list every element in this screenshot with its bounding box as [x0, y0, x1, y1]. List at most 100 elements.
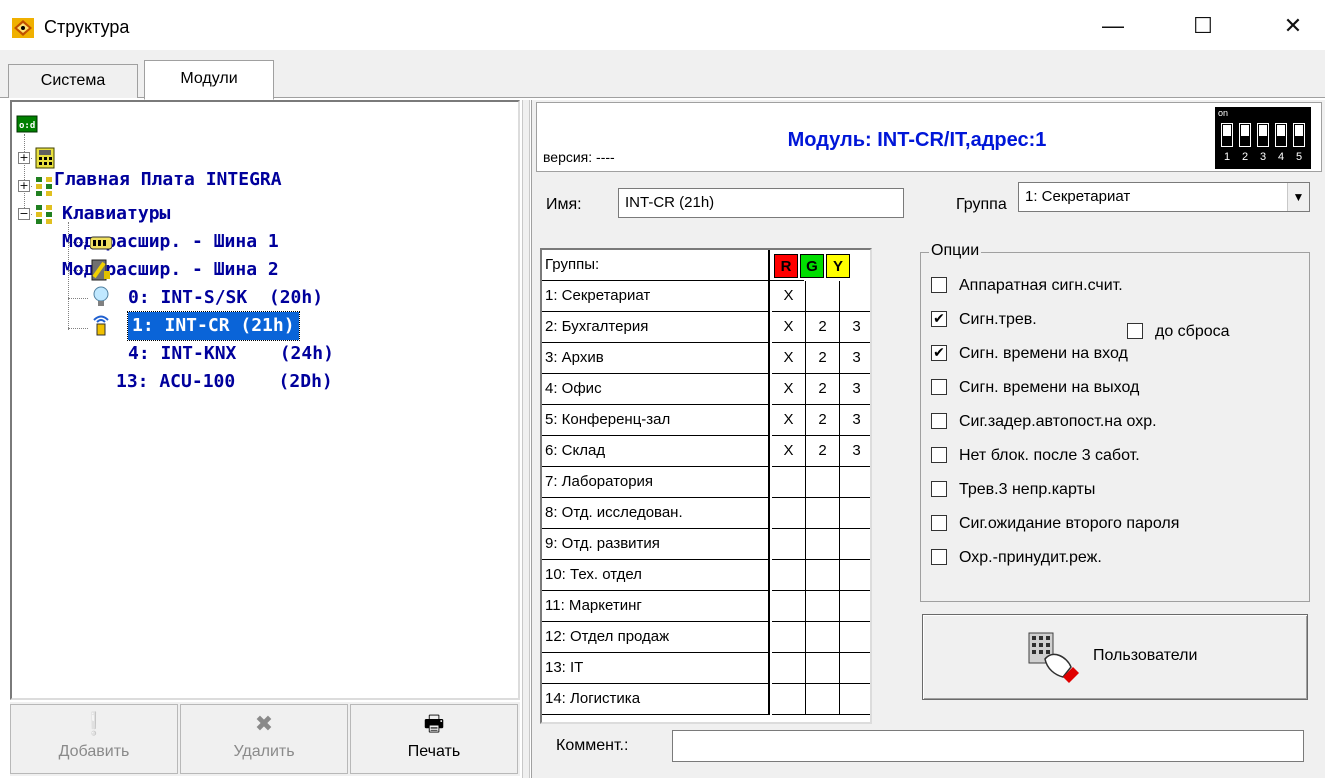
users-button[interactable]: Пользователи — [922, 614, 1308, 700]
group-name-cell[interactable]: 5: Конференц-зал — [542, 405, 770, 436]
group-flag-g-cell[interactable]: 2 — [806, 374, 840, 405]
expand-bus1-icon[interactable]: + — [18, 180, 30, 192]
group-flag-g-cell[interactable] — [806, 622, 840, 653]
minimize-button[interactable]: — — [1090, 8, 1136, 44]
group-flag-r-cell[interactable] — [772, 529, 806, 560]
group-flag-y-cell[interactable]: 3 — [840, 405, 870, 436]
group-name-cell[interactable]: 7: Лаборатория — [542, 467, 770, 498]
maximize-button[interactable]: ☐ — [1180, 8, 1226, 44]
checkbox[interactable] — [931, 515, 947, 531]
group-flag-g-cell[interactable] — [806, 560, 840, 591]
group-flag-y-cell[interactable] — [840, 560, 870, 591]
chevron-down-icon[interactable]: ▼ — [1287, 183, 1309, 211]
checkbox[interactable] — [931, 447, 947, 463]
group-flag-y-cell[interactable] — [840, 684, 870, 715]
checkbox-checked[interactable]: ✔ — [931, 311, 947, 327]
group-flag-r-cell[interactable]: X — [772, 405, 806, 436]
group-flag-y-cell[interactable] — [840, 591, 870, 622]
group-flag-y-cell[interactable]: 3 — [840, 436, 870, 467]
group-flag-y-cell[interactable] — [840, 653, 870, 684]
tab-system[interactable]: Система — [8, 64, 138, 98]
options-group: Опции Аппаратная сигн.счит. ✔ Сигн.трев. ✔ С… — [920, 242, 1310, 602]
comment-field[interactable] — [672, 730, 1304, 762]
group-flag-y-cell[interactable] — [840, 622, 870, 653]
group-name-cell[interactable]: 9: Отд. развития — [542, 529, 770, 560]
group-flag-r-cell[interactable]: X — [772, 374, 806, 405]
checkbox[interactable] — [931, 277, 947, 293]
group-flag-y-cell[interactable]: 3 — [840, 312, 870, 343]
tree-item-int-cr[interactable]: 1: INT-CR (21h) — [90, 256, 300, 341]
group-name-cell[interactable]: 4: Офис — [542, 374, 770, 405]
module-header: версия: ---- Модуль: INT-CR/IT,адрес:1 o… — [536, 102, 1322, 172]
group-flag-g-cell[interactable]: 2 — [806, 312, 840, 343]
checkbox[interactable] — [931, 481, 947, 497]
group-flag-r-cell[interactable] — [772, 653, 806, 684]
group-flag-g-cell[interactable] — [806, 467, 840, 498]
group-flag-g-cell[interactable] — [806, 281, 840, 312]
bulb-icon — [93, 286, 109, 306]
group-flag-r-cell[interactable] — [772, 684, 806, 715]
checkbox[interactable] — [931, 379, 947, 395]
group-flag-g-cell[interactable] — [806, 498, 840, 529]
tree-node-bus1[interactable]: Мод.расшир. - Шина 1 — [34, 172, 279, 252]
checkbox-checked[interactable]: ✔ — [931, 345, 947, 361]
wireless-controller-icon — [93, 315, 109, 336]
group-flag-g-cell[interactable]: 2 — [806, 436, 840, 467]
group-name-cell[interactable]: 8: Отд. исследован. — [542, 498, 770, 529]
panel-splitter[interactable] — [522, 100, 530, 778]
group-flag-r-cell[interactable]: X — [772, 281, 806, 312]
group-flag-r-cell[interactable] — [772, 622, 806, 653]
group-flag-r-cell[interactable] — [772, 467, 806, 498]
group-flag-r-cell[interactable]: X — [772, 436, 806, 467]
group-name-cell[interactable]: 1: Секретариат — [542, 281, 770, 312]
tab-modules[interactable]: Модули — [144, 60, 274, 100]
group-name-cell[interactable]: 6: Склад — [542, 436, 770, 467]
group-name-cell[interactable]: 2: Бухгалтерия — [542, 312, 770, 343]
group-flag-r-cell[interactable]: X — [772, 343, 806, 374]
close-button[interactable]: ✕ — [1270, 8, 1316, 44]
tree-item-acu-100[interactable]: 13: ACU-100 (2Dh) — [90, 312, 333, 392]
expand-keypads-icon[interactable]: + — [18, 152, 30, 164]
group-name-cell[interactable]: 11: Маркетинг — [542, 591, 770, 622]
group-flag-y-cell[interactable]: 3 — [840, 343, 870, 374]
collapse-bus2-icon[interactable]: − — [18, 208, 30, 220]
group-flag-r-cell[interactable] — [772, 498, 806, 529]
tree-item-int-s-sk[interactable]: 0: INT-S/SK (20h) — [90, 228, 323, 308]
tree-node-bus2[interactable]: Мод.расшир. - Шина 2 — [34, 200, 279, 280]
group-flag-y-cell[interactable]: 3 — [840, 374, 870, 405]
group-flag-y-cell[interactable] — [840, 281, 870, 312]
group-flag-y-cell[interactable] — [840, 498, 870, 529]
delete-button[interactable]: ✖ Удалить — [180, 704, 348, 774]
tree-node-keypads[interactable]: Клавиатуры — [34, 144, 170, 224]
name-field[interactable]: INT-CR (21h) — [618, 188, 904, 218]
exclamation-icon: ❕ — [80, 711, 108, 736]
add-button[interactable]: ❕ Добавить — [10, 704, 178, 774]
tree-root[interactable]: o:d Главная Плата INTEGRA — [16, 110, 282, 190]
group-flag-r-cell[interactable]: X — [772, 312, 806, 343]
group-flag-y-cell[interactable] — [840, 467, 870, 498]
print-button[interactable]: 🖶 Печать — [350, 704, 518, 774]
group-flag-r-cell[interactable] — [772, 560, 806, 591]
checkbox[interactable] — [1127, 323, 1143, 339]
tree-item-int-knx[interactable]: 4: INT-KNX (24h) — [90, 284, 334, 364]
group-name-cell[interactable]: 13: IT — [542, 653, 770, 684]
group-flag-g-cell[interactable]: 2 — [806, 343, 840, 374]
group-name-cell[interactable]: 10: Тех. отдел — [542, 560, 770, 591]
checkbox[interactable] — [931, 413, 947, 429]
group-flag-r-cell[interactable] — [772, 591, 806, 622]
group-select[interactable]: 1: Секретариат ▼ — [1018, 182, 1310, 212]
group-flag-g-cell[interactable] — [806, 684, 840, 715]
group-flag-g-cell[interactable] — [806, 591, 840, 622]
module-tree-panel: o:d Главная Плата INTEGRA + Клавиатуры +… — [10, 100, 520, 700]
group-flag-g-cell[interactable]: 2 — [806, 405, 840, 436]
group-flag-y-cell[interactable] — [840, 529, 870, 560]
proximity-reader-icon — [91, 259, 110, 281]
group-flag-g-cell[interactable] — [806, 653, 840, 684]
checkbox[interactable] — [931, 549, 947, 565]
group-flag-g-cell[interactable] — [806, 529, 840, 560]
keypad-icon — [90, 236, 112, 250]
window-title: Структура — [44, 17, 130, 37]
group-name-cell[interactable]: 3: Архив — [542, 343, 770, 374]
group-name-cell[interactable]: 14: Логистика — [542, 684, 770, 715]
group-name-cell[interactable]: 12: Отдел продаж — [542, 622, 770, 653]
